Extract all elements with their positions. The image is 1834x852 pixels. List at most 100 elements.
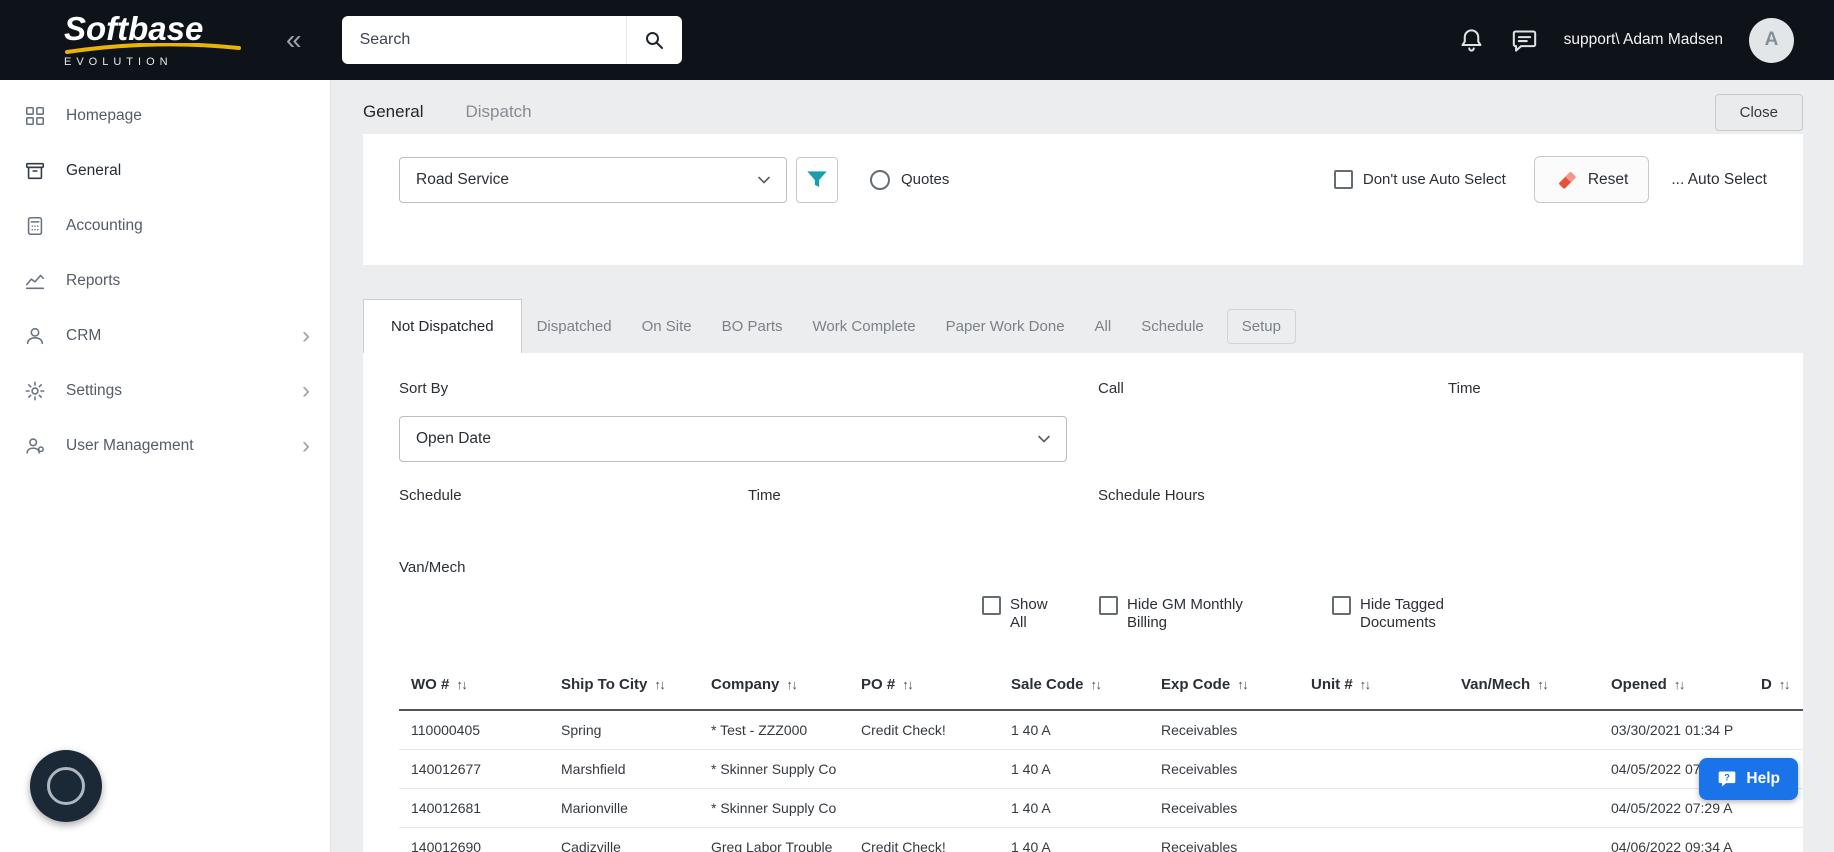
sort-by-value: Open Date bbox=[416, 430, 491, 447]
table-row[interactable]: 110000405 Spring * Test - ZZZ000 Credit … bbox=[399, 711, 1803, 750]
sort-arrows-icon bbox=[1537, 677, 1547, 692]
column-header-po-number[interactable]: PO # bbox=[849, 676, 999, 693]
search-button[interactable] bbox=[625, 16, 682, 64]
sidebar-item-settings[interactable]: Settings bbox=[0, 363, 330, 418]
cell-wo-number: 110000405 bbox=[411, 722, 481, 738]
tab-on-site[interactable]: On Site bbox=[627, 299, 707, 353]
cell-ship-to-city: Cadizville bbox=[561, 839, 621, 852]
tab-bo-parts[interactable]: BO Parts bbox=[707, 299, 798, 353]
sort-arrows-icon bbox=[1237, 677, 1247, 692]
search-box bbox=[341, 16, 682, 64]
cell-company: * Skinner Supply Co bbox=[711, 800, 837, 816]
logged-in-user: support\ Adam Madsen bbox=[1563, 31, 1723, 48]
sidebar-item-label: Accounting bbox=[66, 216, 143, 234]
sidebar-item-crm[interactable]: CRM bbox=[0, 308, 330, 363]
person-icon bbox=[26, 327, 44, 344]
table-header-row: WO # Ship To City Company PO # Sale Code… bbox=[399, 660, 1803, 711]
sidebar-item-accounting[interactable]: Accounting bbox=[0, 198, 330, 253]
tab-general[interactable]: General bbox=[363, 102, 423, 122]
eraser-icon bbox=[1558, 171, 1576, 189]
column-header-exp-code[interactable]: Exp Code bbox=[1149, 676, 1299, 693]
chevron-down-icon bbox=[1038, 435, 1050, 443]
floating-action-button[interactable] bbox=[30, 750, 102, 822]
sort-arrows-icon bbox=[1360, 677, 1370, 692]
tab-not-dispatched[interactable]: Not Dispatched bbox=[363, 299, 522, 353]
tab-setup[interactable]: Setup bbox=[1226, 308, 1296, 344]
service-type-dropdown[interactable]: Road Service bbox=[399, 156, 787, 203]
show-all-checkbox[interactable]: Show All bbox=[982, 596, 1056, 631]
sort-arrows-icon bbox=[902, 677, 912, 692]
cell-exp-code: Receivables bbox=[1161, 761, 1238, 777]
tab-work-complete[interactable]: Work Complete bbox=[798, 299, 931, 353]
sort-arrows-icon bbox=[654, 677, 664, 692]
sort-arrows-icon bbox=[1779, 677, 1789, 692]
radio-circle-icon bbox=[870, 169, 890, 190]
service-type-value: Road Service bbox=[416, 170, 510, 188]
cell-wo-number: 140012677 bbox=[411, 761, 482, 777]
reset-label: Reset bbox=[1587, 170, 1629, 188]
sidebar-item-label: General bbox=[66, 161, 122, 179]
help-button[interactable]: ? Help bbox=[1699, 758, 1798, 800]
cell-opened: 04/05/2022 07:29 A bbox=[1611, 800, 1733, 816]
work-order-table: WO # Ship To City Company PO # Sale Code… bbox=[399, 660, 1803, 852]
column-header-van-mech[interactable]: Van/Mech bbox=[1449, 676, 1599, 693]
column-header-due[interactable]: D bbox=[1749, 676, 1803, 693]
sidebar-item-label: CRM bbox=[66, 326, 102, 344]
topbar: Softbase EVOLUTION support\ Adam Madsen … bbox=[0, 0, 1834, 80]
reset-button[interactable]: Reset bbox=[1533, 156, 1650, 203]
column-header-unit-number[interactable]: Unit # bbox=[1299, 676, 1449, 693]
table-row[interactable]: 140012690 Cadizville Greg Labor Trouble … bbox=[399, 828, 1803, 852]
search-input[interactable] bbox=[341, 16, 626, 64]
cell-sale-code: 1 40 A bbox=[1011, 722, 1051, 738]
table-row[interactable]: 140012677 Marshfield * Skinner Supply Co… bbox=[399, 750, 1803, 789]
messages-chat-icon[interactable] bbox=[1511, 27, 1538, 54]
close-button[interactable]: Close bbox=[1714, 93, 1803, 131]
tab-paper-work-done[interactable]: Paper Work Done bbox=[931, 299, 1080, 353]
sidebar-item-label: Reports bbox=[66, 271, 121, 289]
sidebar-item-user-management[interactable]: User Management bbox=[0, 418, 330, 473]
svg-text:?: ? bbox=[1725, 773, 1731, 783]
cell-opened: 03/30/2021 01:34 P bbox=[1611, 722, 1734, 738]
sidebar-item-reports[interactable]: Reports bbox=[0, 253, 330, 308]
dont-use-auto-select-checkbox[interactable]: Don't use Auto Select bbox=[1333, 170, 1506, 189]
sidebar-item-homepage[interactable]: Homepage bbox=[0, 88, 330, 143]
column-header-opened[interactable]: Opened bbox=[1599, 676, 1749, 693]
column-header-wo-number[interactable]: WO # bbox=[399, 676, 549, 693]
chevron-down-icon bbox=[758, 176, 770, 183]
checkbox-icon bbox=[982, 596, 1001, 615]
module-tabs: General Dispatch bbox=[363, 102, 532, 122]
call-label: Call bbox=[1098, 380, 1124, 397]
time-label: Time bbox=[1448, 380, 1481, 397]
clear-filter-button[interactable] bbox=[796, 156, 838, 203]
sidebar-collapse-icon[interactable] bbox=[286, 26, 302, 54]
cell-company: * Skinner Supply Co bbox=[711, 761, 837, 777]
avatar[interactable]: A bbox=[1749, 17, 1794, 63]
sidebar: Homepage General Accounting Reports CRM bbox=[0, 80, 331, 852]
cell-company: * Test - ZZZ000 bbox=[711, 722, 808, 738]
logo-text: Softbase bbox=[64, 10, 204, 47]
cell-wo-number: 140012690 bbox=[411, 839, 482, 852]
notifications-bell-icon[interactable] bbox=[1458, 27, 1485, 54]
quotes-label: Quotes bbox=[901, 171, 950, 188]
chart-icon bbox=[25, 274, 45, 289]
column-header-ship-to-city[interactable]: Ship To City bbox=[549, 676, 699, 693]
cell-ship-to-city: Spring bbox=[561, 722, 602, 738]
column-header-sale-code[interactable]: Sale Code bbox=[999, 676, 1149, 693]
hide-gm-monthly-billing-label: Hide GM Monthly Billing bbox=[1127, 596, 1243, 631]
help-label: Help bbox=[1746, 770, 1780, 787]
tab-schedule[interactable]: Schedule bbox=[1126, 299, 1219, 353]
cell-exp-code: Receivables bbox=[1161, 722, 1238, 738]
tab-all[interactable]: All bbox=[1080, 299, 1127, 353]
sort-by-dropdown[interactable]: Open Date bbox=[399, 416, 1067, 462]
quotes-radio[interactable]: Quotes bbox=[870, 169, 950, 190]
cell-opened: 04/06/2022 09:34 A bbox=[1611, 839, 1733, 852]
tab-dispatched[interactable]: Dispatched bbox=[522, 299, 627, 353]
hide-tagged-documents-checkbox[interactable]: Hide Tagged Documents bbox=[1332, 596, 1452, 631]
hide-gm-monthly-billing-checkbox[interactable]: Hide GM Monthly Billing bbox=[1099, 596, 1249, 631]
tab-dispatch[interactable]: Dispatch bbox=[465, 102, 531, 122]
filter-panel: Road Service Quotes Don't use Auto Selec… bbox=[363, 134, 1803, 265]
gear-icon bbox=[25, 381, 45, 400]
table-row[interactable]: 140012681 Marionville * Skinner Supply C… bbox=[399, 789, 1803, 828]
sidebar-item-general[interactable]: General bbox=[0, 143, 330, 198]
column-header-company[interactable]: Company bbox=[699, 676, 849, 693]
